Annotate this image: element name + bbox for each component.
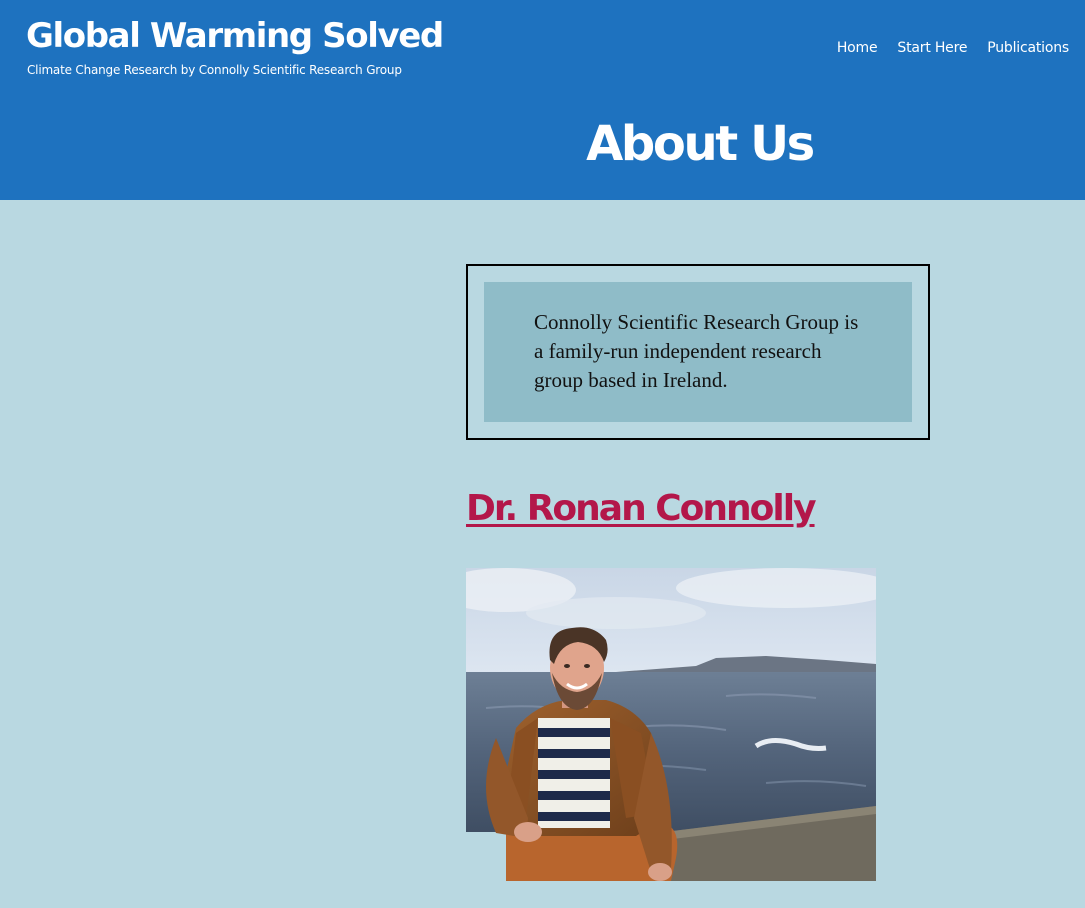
nav-item-home[interactable]: Home: [837, 40, 878, 56]
site-tagline: Climate Change Research by Connolly Scie…: [27, 63, 402, 77]
person-name-link[interactable]: Dr. Ronan Connolly: [466, 488, 817, 529]
site-header: Global Warming Solved Climate Change Res…: [0, 0, 1085, 200]
site-title[interactable]: Global Warming Solved: [26, 16, 444, 56]
person-photo: [466, 568, 876, 881]
nav-item-publications[interactable]: Publications: [987, 40, 1069, 56]
intro-frame: Connolly Scientific Research Group is a …: [466, 264, 930, 440]
page-title: About Us: [586, 116, 815, 172]
nav-item-start-here[interactable]: Start Here: [897, 40, 967, 56]
intro-box: Connolly Scientific Research Group is a …: [484, 282, 912, 422]
primary-nav: Home Start Here Publications: [837, 40, 1069, 56]
intro-text: Connolly Scientific Research Group is a …: [534, 310, 859, 392]
